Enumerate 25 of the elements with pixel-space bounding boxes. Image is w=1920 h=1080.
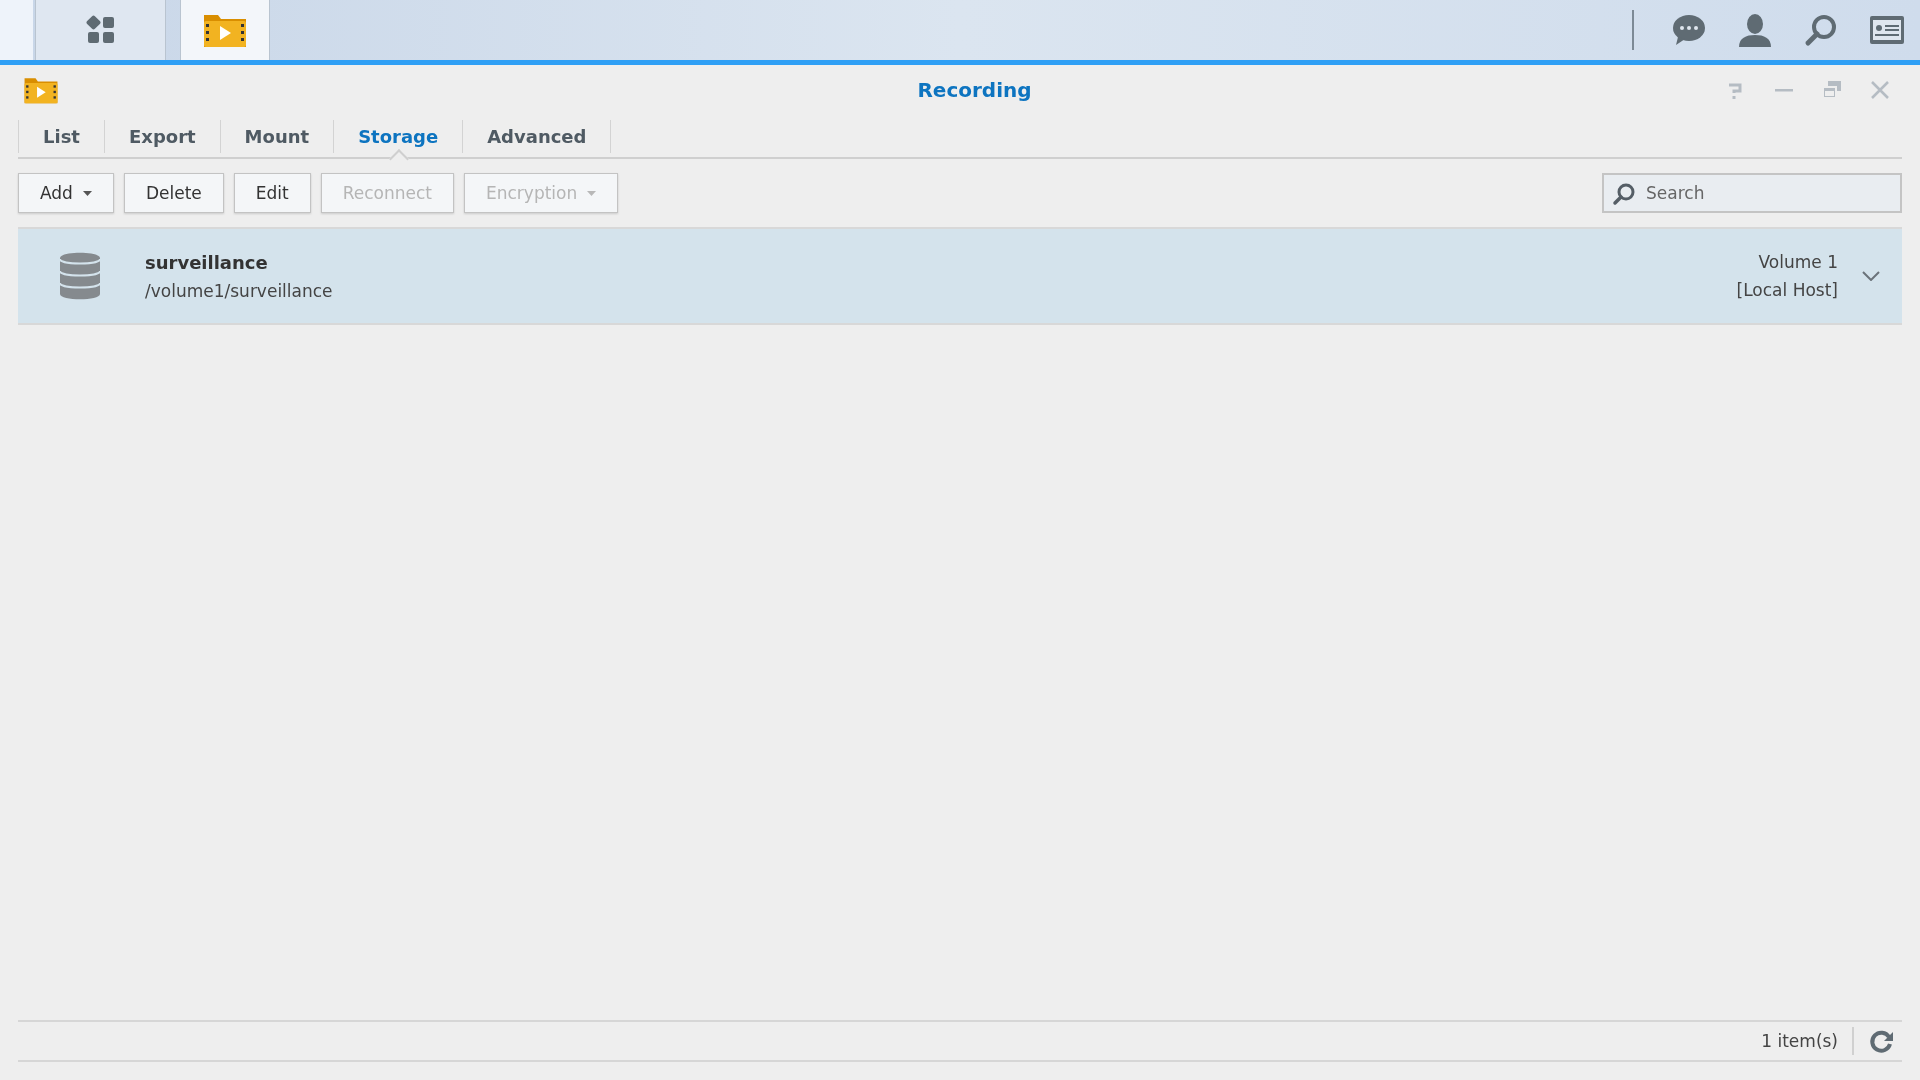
tab[interactable]: List xyxy=(18,119,105,153)
volume-label: Volume 1 xyxy=(1758,252,1838,272)
taskbar-app-button[interactable] xyxy=(35,0,166,60)
search-icon xyxy=(1612,182,1636,206)
storage-path: /volume1/surveillance xyxy=(145,280,333,301)
chevron-down-icon[interactable] xyxy=(1862,271,1880,281)
tab[interactable]: Advanced xyxy=(463,119,612,153)
storage-row[interactable]: surveillance /volume1/surveillance Volume 1 [Local Host] xyxy=(18,227,1902,325)
host-label: [Local Host] xyxy=(1736,280,1838,300)
search-field[interactable]: Search xyxy=(1602,173,1902,213)
window-title: Recording xyxy=(917,78,1032,102)
toolbar-button[interactable]: Delete xyxy=(123,173,224,213)
item-count: 1 item(s) xyxy=(1761,1031,1838,1051)
tab[interactable]: Export xyxy=(104,119,221,153)
tab[interactable]: Storage xyxy=(334,119,464,153)
refresh-icon[interactable] xyxy=(1868,1028,1894,1054)
film-folder-icon xyxy=(23,75,59,105)
storage-name: surveillance xyxy=(145,251,269,273)
taskbar-edge-strip xyxy=(0,0,33,60)
tiles-icon xyxy=(85,15,116,45)
toolbar-button[interactable]: Add xyxy=(18,173,114,213)
database-icon xyxy=(59,252,101,300)
tab[interactable]: Mount xyxy=(220,119,335,153)
toolbar-button[interactable]: Edit xyxy=(233,173,311,213)
taskbar-app-button[interactable] xyxy=(180,0,270,60)
